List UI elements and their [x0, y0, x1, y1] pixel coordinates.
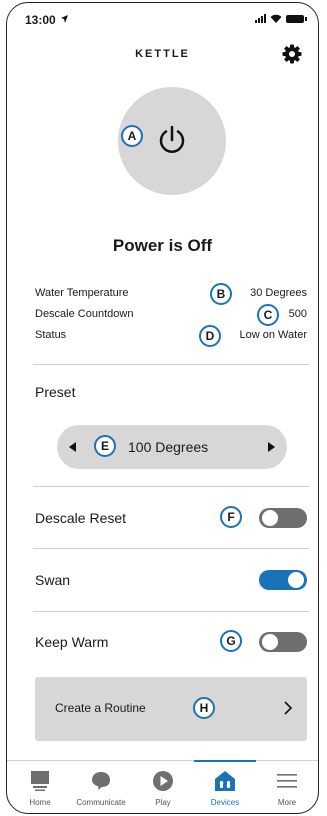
marker-a: A — [121, 125, 143, 147]
battery-icon — [286, 14, 307, 23]
tab-communicate[interactable]: Communicate — [70, 761, 132, 813]
power-icon — [159, 125, 185, 153]
divider — [33, 611, 309, 612]
tab-home[interactable]: Home — [9, 761, 71, 813]
divider — [33, 364, 309, 365]
marker-e: E — [94, 435, 116, 457]
page-title: KETTLE — [135, 48, 190, 60]
preset-selector: 100 Degrees — [57, 425, 287, 469]
info-value: 30 Degrees — [250, 287, 307, 299]
status-bar: 13:00 — [7, 3, 318, 31]
tab-bar: Home Communicate Play Devices More — [7, 760, 318, 813]
marker-b: B — [210, 283, 232, 305]
toggle-knob — [262, 510, 278, 526]
chat-icon — [92, 772, 110, 790]
swan-toggle[interactable] — [259, 570, 307, 590]
keep-warm-label: Keep Warm — [35, 634, 109, 650]
menu-icon — [277, 774, 297, 788]
tab-label: Play — [155, 798, 171, 807]
settings-gear-icon[interactable] — [282, 44, 302, 64]
preset-value: 100 Degrees — [128, 439, 209, 455]
tab-label: More — [277, 798, 297, 807]
marker-f: F — [220, 506, 242, 528]
swan-label: Swan — [35, 572, 71, 588]
toggle-knob — [288, 572, 304, 588]
play-icon — [153, 771, 173, 791]
phone-frame: 13:00 KETTLE A Power is Off Water Temper… — [6, 2, 319, 814]
status-icons — [255, 14, 307, 23]
divider — [33, 486, 309, 487]
home-icon — [31, 771, 49, 791]
tab-label: Devices — [210, 798, 240, 807]
info-row-temperature: Water Temperature 30 Degrees — [35, 287, 307, 303]
marker-c: C — [257, 304, 279, 326]
marker-h: H — [193, 697, 215, 719]
info-value: 500 — [288, 308, 307, 320]
create-routine-button[interactable]: Create a Routine — [35, 677, 307, 741]
descale-reset-label: Descale Reset — [35, 510, 127, 526]
next-preset-icon[interactable] — [268, 442, 275, 452]
wifi-icon — [270, 14, 282, 23]
tab-label: Communicate — [76, 798, 126, 807]
keep-warm-toggle[interactable] — [259, 632, 307, 652]
devices-icon — [215, 771, 235, 791]
info-label: Water Temperature — [35, 287, 129, 299]
descale-reset-toggle[interactable] — [259, 508, 307, 528]
status-time: 13:00 — [25, 13, 56, 27]
tab-play[interactable]: Play — [132, 761, 194, 813]
chevron-right-icon — [284, 701, 293, 715]
marker-d: D — [199, 325, 221, 347]
info-label: Descale Countdown — [35, 308, 134, 320]
marker-g: G — [220, 630, 242, 652]
tab-label: Home — [29, 798, 51, 807]
divider — [33, 548, 309, 549]
power-status: Power is Off — [112, 236, 213, 255]
tab-devices[interactable]: Devices — [194, 760, 256, 813]
info-value: Low on Water — [239, 329, 307, 341]
previous-preset-icon[interactable] — [69, 442, 76, 452]
create-routine-label: Create a Routine — [55, 701, 146, 715]
info-label: Status — [35, 329, 67, 341]
preset-label: Preset — [35, 384, 76, 400]
toggle-knob — [262, 634, 278, 650]
location-arrow-icon — [61, 15, 68, 23]
tab-more[interactable]: More — [256, 761, 318, 813]
info-row-status: Status Low on Water — [35, 329, 307, 345]
signal-icon — [255, 14, 266, 23]
